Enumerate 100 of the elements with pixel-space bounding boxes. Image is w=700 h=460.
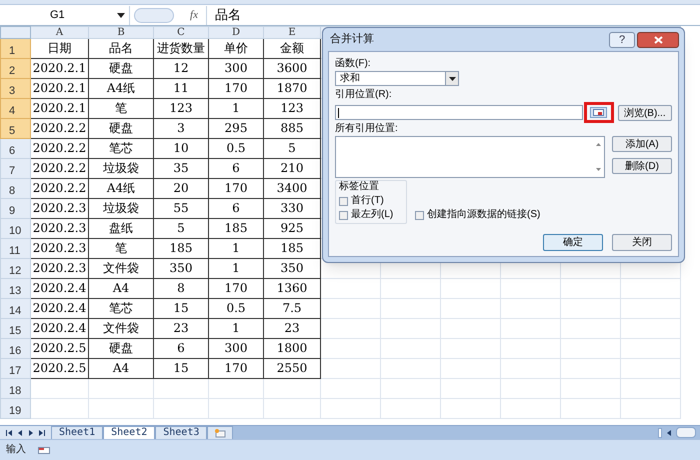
table-cell: 2020.2.3	[30, 238, 88, 258]
table-cell: 2020.2.2	[30, 138, 88, 158]
table-cell: A4	[88, 358, 154, 378]
column-header[interactable]: A	[30, 26, 88, 38]
row-header[interactable]: 10	[0, 218, 30, 238]
sheet-tab[interactable]: Sheet2	[103, 426, 156, 439]
tab-scroll-arrow-icon[interactable]	[39, 430, 45, 436]
row-header[interactable]: 14	[0, 298, 30, 318]
table-cell: 垃圾袋	[88, 158, 154, 178]
table-cell: 笔	[88, 238, 154, 258]
insert-sheet-button[interactable]	[207, 426, 234, 439]
table-cell: 23	[154, 318, 208, 338]
reference-field[interactable]	[335, 105, 584, 120]
name-box[interactable]: G1	[0, 6, 130, 24]
column-header[interactable]: C	[154, 26, 208, 38]
table-cell: A4纸	[88, 178, 154, 198]
select-all-corner[interactable]	[0, 26, 30, 38]
row-header[interactable]: 1	[0, 38, 30, 58]
row-header[interactable]: 4	[0, 98, 30, 118]
row-header[interactable]: 13	[0, 278, 30, 298]
table-cell: 6	[208, 158, 264, 178]
splitter-handle[interactable]	[134, 8, 174, 22]
table-cell: 3600	[264, 58, 320, 78]
row-header[interactable]: 18	[0, 378, 30, 398]
row-header[interactable]: 7	[0, 158, 30, 178]
table-cell: 1	[208, 318, 264, 338]
row-header[interactable]: 6	[0, 138, 30, 158]
horizontal-scrollbar-thumb[interactable]	[676, 427, 696, 438]
references-list[interactable]	[335, 136, 605, 178]
table-cell: 2020.2.1	[30, 98, 88, 118]
function-label: 函数(F):	[335, 58, 372, 70]
table-cell: 300	[208, 338, 264, 358]
delete-button[interactable]: 删除(D)	[612, 158, 672, 174]
table-cell: 1	[208, 258, 264, 278]
table-cell: 170	[208, 178, 264, 198]
split-handle[interactable]	[658, 428, 662, 438]
table-cell: 2020.2.2	[30, 178, 88, 198]
table-cell: 5	[154, 218, 208, 238]
checkbox[interactable]	[339, 196, 348, 206]
sheet-tab[interactable]: Sheet1	[51, 426, 104, 439]
table-cell: 350	[264, 258, 320, 278]
collapse-dialog-button[interactable]	[590, 107, 608, 118]
row-header[interactable]: 5	[0, 118, 30, 138]
insert-function-button[interactable]: fx	[182, 6, 206, 24]
table-cell: 文件袋	[88, 258, 154, 278]
formula-field[interactable]: 品名	[206, 6, 700, 24]
row-header[interactable]: 17	[0, 358, 30, 378]
sheet-tab[interactable]: Sheet3	[155, 426, 208, 439]
column-header[interactable]: D	[208, 26, 264, 38]
scroll-left-icon[interactable]	[666, 430, 672, 436]
checkbox-label: 首行(T)	[351, 195, 384, 207]
function-value: 求和	[340, 72, 361, 86]
macro-record-icon	[38, 446, 50, 454]
column-header[interactable]: E	[264, 26, 320, 38]
browse-button[interactable]: 浏览(B)...	[618, 104, 672, 120]
row-header[interactable]: 11	[0, 238, 30, 258]
table-cell: 盘纸	[88, 218, 154, 238]
checkbox[interactable]	[339, 210, 348, 220]
row-header[interactable]: 8	[0, 178, 30, 198]
group-title: 标签位置	[339, 181, 380, 193]
help-button[interactable]: ?	[609, 32, 635, 48]
table-cell: 2020.2.3	[30, 198, 88, 218]
table-cell: 6	[154, 338, 208, 358]
table-cell: 硬盘	[88, 58, 154, 78]
checkbox[interactable]	[415, 210, 424, 220]
table-cell: 7.5	[264, 298, 320, 318]
table-cell: 2020.2.2	[30, 158, 88, 178]
table-cell: 笔芯	[88, 138, 154, 158]
row-header[interactable]: 16	[0, 338, 30, 358]
close-button[interactable]	[637, 32, 679, 48]
table-cell: 185	[154, 238, 208, 258]
function-dropdown[interactable]: 求和	[335, 71, 459, 86]
row-header[interactable]: 9	[0, 198, 30, 218]
close-dialog-button[interactable]: 关闭	[612, 234, 672, 251]
row-header[interactable]: 12	[0, 258, 30, 278]
table-cell: A4	[88, 278, 154, 298]
table-cell: 3	[154, 118, 208, 138]
checkbox-label: 创建指向源数据的链接(S)	[427, 209, 540, 221]
cell-reference: G1	[50, 8, 66, 23]
add-button[interactable]: 添加(A)	[612, 136, 672, 152]
row-header[interactable]: 2	[0, 58, 30, 78]
new-sheet-icon	[214, 428, 226, 438]
table-cell: 1	[208, 98, 264, 118]
table-cell: 185	[208, 218, 264, 238]
table-cell: 2020.2.5	[30, 358, 88, 378]
table-cell: 11	[154, 78, 208, 98]
table-cell: 350	[154, 258, 208, 278]
column-header[interactable]: B	[88, 26, 154, 38]
table-cell: 1870	[264, 78, 320, 98]
ok-button[interactable]: 确定	[543, 234, 603, 251]
row-header[interactable]: 3	[0, 78, 30, 98]
row-header[interactable]: 15	[0, 318, 30, 338]
table-cell: 单价	[208, 38, 264, 58]
table-cell: 1	[208, 238, 264, 258]
row-header[interactable]: 19	[0, 398, 30, 418]
table-cell: 35	[154, 158, 208, 178]
table-cell: 2020.2.4	[30, 298, 88, 318]
tab-scroll-arrow-icon[interactable]	[6, 430, 12, 436]
scroll-up-icon	[596, 143, 600, 146]
table-cell: 2020.2.4	[30, 318, 88, 338]
